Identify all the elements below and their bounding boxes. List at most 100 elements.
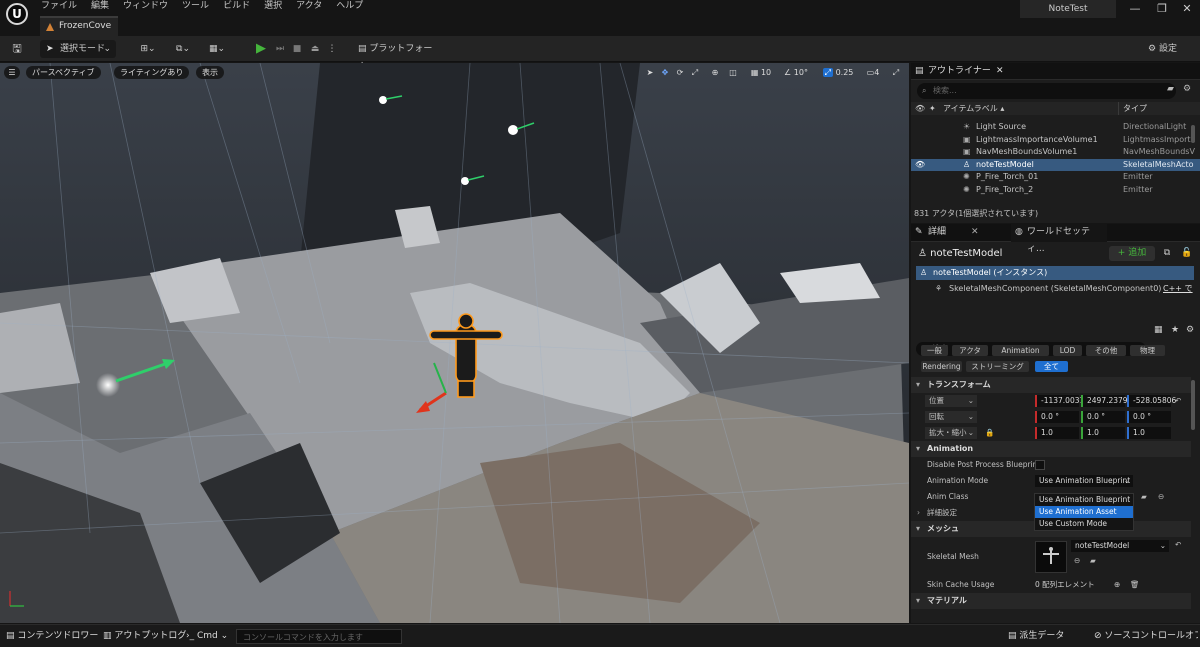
translate-tool-icon[interactable]: ✥ — [659, 66, 671, 79]
close-icon[interactable]: ✕ — [996, 63, 1004, 80]
derived-data-button[interactable]: ▤ 派生データ — [1008, 629, 1064, 644]
settings-button[interactable]: ⚙ 設定 — [1148, 40, 1194, 58]
rotation-z-input[interactable]: 0.0 ° — [1127, 411, 1171, 423]
lock-icon[interactable]: 🔒 — [985, 425, 994, 441]
level-tab[interactable]: FrozenCove — [40, 16, 118, 36]
browse-icon[interactable]: ▰ — [1141, 489, 1147, 505]
maximize-viewport-icon[interactable]: ⤢ — [889, 66, 903, 79]
menu-item[interactable]: Use Animation Blueprint — [1035, 494, 1133, 506]
scale-y-input[interactable]: 1.0 — [1081, 427, 1125, 439]
menu-edit[interactable]: 編集 — [84, 0, 116, 13]
cmd-dropdown[interactable]: ›_ Cmd ⌄ — [186, 629, 228, 644]
lighting-button[interactable]: ライティングあり — [114, 66, 190, 79]
component-row[interactable]: ⚘ SkeletalMeshComponent (SkeletalMeshComp… — [933, 282, 1193, 296]
add-element-icon[interactable]: ⊕ — [1114, 577, 1120, 593]
stop-icon[interactable]: ■ — [291, 40, 303, 58]
table-row[interactable]: ✺ P_Fire_Torch_2 Emitter — [911, 184, 1200, 197]
use-selected-icon[interactable]: ⊖ — [1158, 489, 1164, 505]
filter-physics[interactable]: 物理 — [1130, 345, 1165, 356]
more-icon[interactable]: ⋮ — [327, 40, 337, 58]
filter-animation[interactable]: Animation — [992, 345, 1049, 356]
world-settings-tab[interactable]: ◍ ワールドセッティ... — [1011, 224, 1107, 254]
camera-speed-button[interactable]: ▭4 — [862, 66, 884, 79]
level-viewport[interactable]: ☰ パースペクティブ ライティングあり 表示 ➤ ✥ ⟳ ⤢ ⊕ ◫ ▦ 10 … — [0, 63, 909, 623]
cpp-link[interactable]: C++ で — [1163, 282, 1193, 296]
details-tab[interactable]: ✎ 詳細 ✕ ◍ ワールドセッティ... — [911, 224, 1200, 254]
close-icon[interactable]: ✕ — [1180, 2, 1194, 16]
browse-icon[interactable]: ▰ — [1090, 555, 1096, 567]
viewport-menu-icon[interactable]: ☰ — [4, 66, 20, 79]
menu-build[interactable]: ビルド — [216, 0, 257, 13]
scale-tool-icon[interactable]: ⤢ — [689, 66, 701, 79]
add-component-button[interactable]: + 追加 — [1109, 246, 1155, 261]
category-animation[interactable]: Animation — [911, 441, 1191, 457]
folder-icon[interactable]: ▰ — [1167, 84, 1174, 94]
table-row[interactable]: ✺ P_Fire_Torch_01 Emitter — [911, 171, 1200, 184]
scrollbar[interactable] — [1191, 125, 1195, 143]
category-material[interactable]: マテリアル — [911, 593, 1191, 609]
surface-snap-icon[interactable]: ◫ — [727, 66, 739, 79]
outliner-tab[interactable]: ▤ アウトライナー ✕ — [911, 63, 1200, 80]
scale-dropdown[interactable]: 拡大・縮小 ⌄ — [925, 427, 977, 439]
table-row[interactable]: ▣ NavMeshBoundsVolume1 NavMeshBoundsV — [911, 146, 1200, 159]
platform-button[interactable]: ▤ プラットフォーム ⌄ — [358, 40, 440, 72]
unreal-logo-icon[interactable]: U — [6, 3, 28, 25]
column-type[interactable]: タイプ — [1118, 102, 1147, 115]
rotation-x-input[interactable]: 0.0 ° — [1035, 411, 1079, 423]
minimize-icon[interactable]: — — [1128, 2, 1142, 16]
outliner-search-input[interactable]: ⌕ 検索... — [917, 83, 1176, 99]
table-row-selected[interactable]: 👁 ♙ noteTestModel SkeletalMeshActo — [911, 158, 1200, 172]
use-selected-icon[interactable]: ⊖ — [1074, 555, 1080, 567]
world-space-icon[interactable]: ⊕ — [709, 66, 721, 79]
console-input[interactable]: コンソールコマンドを入力します — [236, 629, 402, 644]
cinematics-icon[interactable]: ▦⌄ — [204, 40, 230, 58]
grid-view-icon[interactable]: ▦ — [1154, 325, 1163, 335]
rotation-dropdown[interactable]: 回転 ⌄ — [925, 411, 977, 423]
location-x-input[interactable]: -1137.0031 — [1035, 395, 1084, 407]
play-icon[interactable]: ▶ — [254, 40, 268, 58]
location-z-input[interactable]: -528.05806 — [1127, 395, 1176, 407]
filter-lod[interactable]: LOD — [1053, 345, 1082, 356]
trash-icon[interactable]: 🗑 — [1130, 577, 1140, 593]
menu-window[interactable]: ウィンドウ — [116, 0, 175, 13]
scrollbar[interactable] — [1191, 380, 1195, 430]
source-control-button[interactable]: ⊘ ソースコントロールオフ — [1094, 629, 1198, 644]
filter-general[interactable]: 一般 — [921, 345, 948, 356]
menu-actor[interactable]: アクタ — [289, 0, 329, 13]
menu-item[interactable]: Use Custom Mode — [1035, 518, 1133, 530]
scale-z-input[interactable]: 1.0 — [1127, 427, 1171, 439]
skeletal-mesh-dropdown[interactable]: noteTestModel ⌄ — [1071, 540, 1169, 552]
settings-icon[interactable]: ⚙ — [1183, 84, 1191, 94]
scale-x-input[interactable]: 1.0 — [1035, 427, 1079, 439]
filter-rendering[interactable]: Rendering — [921, 361, 962, 372]
location-y-input[interactable]: 2497.23790 — [1081, 395, 1132, 407]
location-dropdown[interactable]: 位置 ⌄ — [925, 395, 977, 407]
show-button[interactable]: 表示 — [196, 66, 224, 79]
add-content-icon[interactable]: ⊞⌄ — [136, 40, 160, 58]
menu-tools[interactable]: ツール — [175, 0, 216, 13]
menu-help[interactable]: ヘルプ — [329, 0, 370, 13]
instance-row[interactable]: ♙ noteTestModel (インスタンス) — [916, 266, 1194, 280]
reset-icon[interactable]: ↶ — [1175, 525, 1181, 565]
rotation-snap-button[interactable]: ∠ 10° — [782, 66, 810, 79]
save-icon[interactable]: 🖫 — [10, 40, 24, 58]
content-drawer-button[interactable]: ▤ コンテンツドロワー — [6, 629, 98, 644]
blueprint-icon[interactable]: ⧉⌄ — [170, 40, 196, 58]
step-icon[interactable]: ⏭ — [274, 40, 286, 58]
menu-item-highlighted[interactable]: Use Animation Asset — [1035, 506, 1133, 518]
category-transform[interactable]: トランスフォーム — [911, 377, 1191, 393]
scale-snap-button[interactable]: ⤢ 0.25 — [820, 66, 856, 79]
table-row[interactable]: ☀ Light Source DirectionalLight — [911, 121, 1200, 134]
menu-file[interactable]: ファイル — [34, 0, 84, 13]
menu-select[interactable]: 選択 — [257, 0, 289, 13]
restore-icon[interactable]: ❐ — [1155, 2, 1169, 16]
eye-icon[interactable]: 👁 — [915, 159, 925, 172]
mesh-thumbnail[interactable] — [1035, 541, 1067, 573]
eject-icon[interactable]: ⏏ — [309, 40, 321, 58]
filter-streaming[interactable]: ストリーミング — [966, 361, 1029, 372]
star-icon[interactable]: ★ — [1171, 325, 1179, 335]
output-log-button[interactable]: ▥ アウトプットログ — [103, 629, 186, 644]
reset-icon[interactable]: ↶ — [1175, 393, 1181, 409]
anim-mode-dropdown[interactable]: Use Animation Blueprint ⌄ — [1035, 475, 1133, 487]
rotation-y-input[interactable]: 0.0 ° — [1081, 411, 1125, 423]
